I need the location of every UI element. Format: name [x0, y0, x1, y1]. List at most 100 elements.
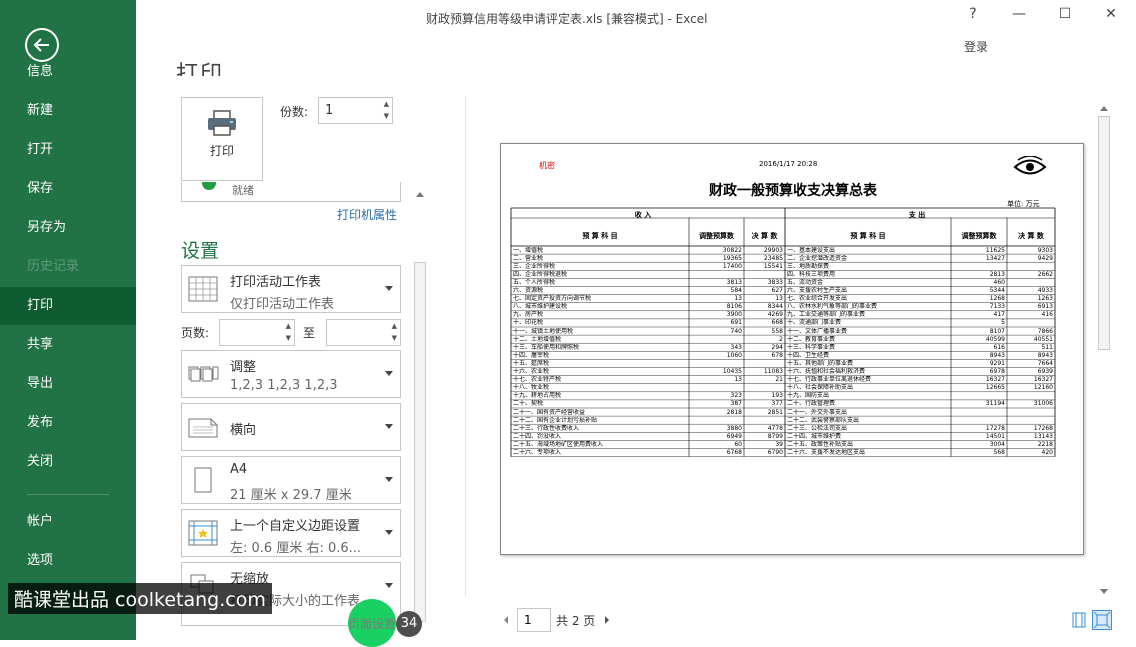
- expense-adj-cell: 11625: [985, 246, 1005, 254]
- income-final-cell: 15541: [763, 262, 783, 270]
- paper-size-dropdown[interactable]: A4 21 厘米 x 29.7 厘米: [181, 456, 401, 504]
- nav-new[interactable]: 新建: [0, 92, 136, 130]
- nav-account[interactable]: 帐户: [0, 503, 136, 541]
- scrollbar-thumb[interactable]: [1098, 116, 1110, 350]
- expense-item-cell: 十三、科学事业费: [787, 343, 836, 351]
- copies-label: 份数:: [280, 105, 309, 119]
- prev-page-icon[interactable]: [502, 615, 510, 625]
- next-page-icon[interactable]: [603, 615, 611, 625]
- collate-sub: 1,2,3 1,2,3 1,2,3: [230, 378, 338, 393]
- expense-final-cell: 13143: [1033, 432, 1053, 440]
- income-adj-cell: 13: [734, 295, 742, 303]
- expense-adj-cell: 417: [993, 311, 1005, 319]
- income-item-cell: 十四、屠宰税: [513, 351, 550, 359]
- expense-item-cell: 二十、行政管理费: [787, 400, 836, 408]
- income-adj-header: 调整预算数: [699, 232, 734, 240]
- spin-down-icon[interactable]: ▼: [384, 112, 389, 120]
- spin-down-icon[interactable]: ▼: [392, 334, 397, 342]
- printer-status: 就绪: [232, 184, 254, 197]
- nav-close[interactable]: 关闭: [0, 443, 136, 481]
- income-adj-cell: 387: [730, 400, 742, 408]
- margins-dropdown[interactable]: 上一个自定义边距设置 左: 0.6 厘米 右: 0.6...: [181, 509, 401, 557]
- printer-ready-icon: [202, 182, 216, 190]
- current-page-input[interactable]: 1: [517, 608, 551, 632]
- margins-title: 上一个自定义边距设置: [230, 519, 361, 534]
- income-item-cell: 二十四、罚没收入: [513, 432, 562, 440]
- printer-properties-link[interactable]: 打印机属性: [337, 206, 397, 223]
- collate-icon: [188, 366, 219, 382]
- print-what-dropdown[interactable]: 打印活动工作表 仅打印活动工作表: [181, 265, 401, 313]
- printer-selector[interactable]: 就绪: [181, 182, 401, 202]
- zoom-to-page-icon[interactable]: [1092, 610, 1112, 630]
- nav-info[interactable]: 信息: [0, 53, 136, 91]
- nav-export[interactable]: 导出: [0, 365, 136, 403]
- close-button[interactable]: ✕: [1096, 6, 1126, 22]
- expense-adj-cell: 3004: [989, 440, 1005, 448]
- expense-item-cell: 十七、行政事业单位离退休经费: [787, 376, 872, 384]
- income-adj-cell: 13: [734, 376, 742, 384]
- income-item-cell: 二十一、国有资产经营收益: [513, 408, 586, 416]
- income-adj-cell: 740: [730, 327, 742, 335]
- expense-item-cell: 二十六、支援不发达地区支出: [787, 449, 866, 456]
- spin-up-icon[interactable]: ▲: [384, 100, 389, 108]
- expense-item-cell: 九、工业交通等部门的事业费: [787, 311, 866, 319]
- pages-from-input[interactable]: ▲ ▼: [219, 319, 295, 346]
- expense-item-cell: 六、支援农村生产支出: [787, 287, 848, 294]
- income-final-cell: 2: [779, 335, 783, 343]
- expense-item-cell: 五、流动资金: [787, 278, 824, 286]
- expense-adj-cell: 6978: [989, 368, 1005, 375]
- preview-scrollbar[interactable]: [1096, 100, 1112, 600]
- spin-up-icon[interactable]: ▲: [392, 322, 397, 330]
- minimize-button[interactable]: —: [1004, 6, 1034, 22]
- income-item-cell: 十三、车船使用和牌照税: [513, 343, 580, 351]
- scroll-up-icon[interactable]: [415, 190, 425, 198]
- nav-save-as[interactable]: 另存为: [0, 209, 136, 247]
- scroll-up-icon[interactable]: [1099, 104, 1109, 112]
- collate-dropdown[interactable]: 调整 1,2,3 1,2,3 1,2,3: [181, 350, 401, 398]
- income-final-cell: 21: [775, 376, 783, 384]
- show-margins-icon[interactable]: [1072, 612, 1086, 628]
- paper-title: A4: [230, 462, 248, 477]
- income-adj-cell: 30822: [722, 246, 742, 254]
- expense-header: 支 出: [908, 211, 926, 219]
- nav-save[interactable]: 保存: [0, 170, 136, 208]
- print-button[interactable]: 打印: [181, 97, 263, 181]
- expense-final-cell: 17268: [1033, 424, 1053, 432]
- income-item-cell: 十八、牧业税: [513, 384, 550, 392]
- spin-down-icon[interactable]: ▼: [286, 334, 291, 342]
- login-link[interactable]: 登录: [964, 38, 988, 55]
- nav-options[interactable]: 选项: [0, 542, 136, 580]
- income-final-cell: 3833: [767, 278, 783, 286]
- copies-input[interactable]: 1 ▲ ▼: [318, 97, 393, 124]
- income-header: 收 入: [634, 211, 652, 219]
- spin-up-icon[interactable]: ▲: [286, 322, 291, 330]
- income-item-cell: 二十、契税: [513, 400, 544, 408]
- nav-publish[interactable]: 发布: [0, 404, 136, 442]
- expense-item-cell: 十、流通部门事业费: [787, 319, 842, 327]
- chevron-down-icon: [385, 371, 393, 376]
- pages-label: 页数:: [181, 326, 210, 340]
- expense-final-cell: 8943: [1037, 351, 1053, 359]
- income-final-cell: 39: [775, 440, 783, 448]
- income-item-cell: 十九、耕地占用税: [513, 392, 562, 400]
- income-adj-cell: 3900: [726, 311, 742, 319]
- orientation-dropdown[interactable]: 横向: [181, 403, 401, 451]
- nav-open[interactable]: 打开: [0, 131, 136, 169]
- scrollbar-thumb[interactable]: [414, 262, 426, 622]
- expense-item-cell: 三、地质勘探费: [787, 262, 830, 270]
- scroll-down-icon[interactable]: [1099, 588, 1109, 596]
- settings-scrollbar[interactable]: [412, 186, 428, 626]
- expense-adj-cell: 460: [993, 278, 1005, 286]
- nav-print[interactable]: 打印: [0, 287, 136, 325]
- income-final-cell: 294: [771, 343, 783, 351]
- page-setup-link[interactable]: 页面设置: [348, 615, 396, 632]
- income-adj-cell: 2818: [726, 408, 742, 416]
- income-adj-cell: 3813: [726, 278, 742, 286]
- income-item-cell: 十一、城镇土地使用税: [513, 327, 574, 335]
- expense-final-cell: 9429: [1037, 254, 1053, 262]
- nav-share[interactable]: 共享: [0, 326, 136, 364]
- restore-button[interactable]: ☐: [1050, 6, 1080, 22]
- help-button[interactable]: ?: [958, 6, 988, 22]
- pages-to-input[interactable]: ▲ ▼: [326, 319, 401, 346]
- copies-value: 1: [325, 103, 334, 118]
